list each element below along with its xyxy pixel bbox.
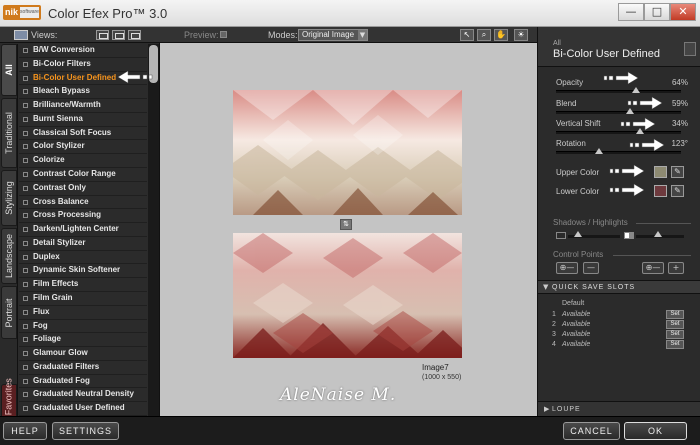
app-window: nik software Color Efex Pro™ 3.0 — □ ✕ V… xyxy=(0,0,700,445)
arrow-icon xyxy=(629,138,665,152)
arrow-icon xyxy=(117,70,153,84)
arrow-icon xyxy=(603,71,639,85)
arrow-icon xyxy=(609,164,645,178)
annotation-arrows xyxy=(117,70,665,197)
arrow-icon xyxy=(627,96,663,110)
arrow-icon xyxy=(620,117,656,131)
arrow-icon xyxy=(609,183,645,197)
